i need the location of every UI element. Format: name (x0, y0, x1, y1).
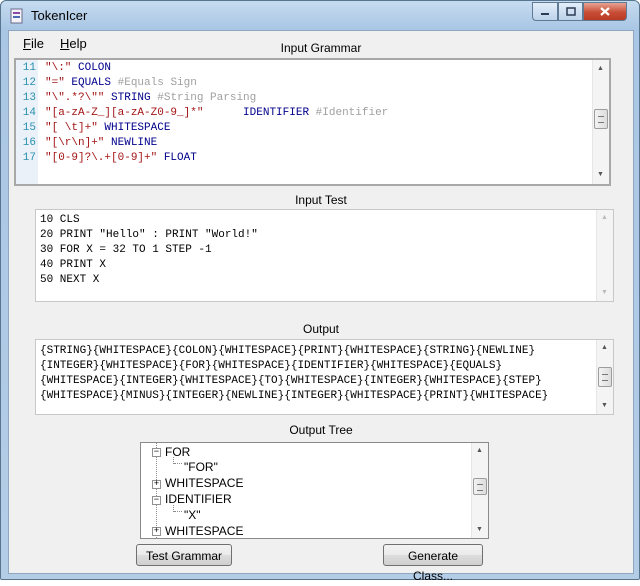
input-test-textbox[interactable]: 10 CLS 20 PRINT "Hello" : PRINT "World!"… (35, 209, 614, 302)
output-scrollbar[interactable]: ▲ ▼ (596, 340, 613, 414)
minimize-button[interactable] (532, 2, 558, 21)
client-area: File Help Input Grammar 11 "\:" COLON 12 "=… (8, 30, 634, 583)
scroll-up-icon[interactable]: ▲ (476, 447, 483, 455)
close-button[interactable] (583, 2, 627, 21)
tree-line (174, 511, 182, 512)
line-number: 13 (22, 92, 36, 104)
tree-expand-icon[interactable]: + (152, 527, 161, 536)
grammar-token: FLOAT (157, 152, 197, 164)
grammar-token: STRING (104, 92, 151, 104)
tree-expand-icon[interactable]: + (152, 480, 161, 489)
scroll-up-icon[interactable]: ▲ (597, 65, 604, 73)
line-number: 17 (22, 152, 36, 164)
main-window: TokenIcer File Help Input Grammar 11 "\:"… (0, 0, 640, 583)
tree-node[interactable]: WHITESPACE (165, 524, 243, 538)
grammar-token: #String Parsing (150, 92, 257, 104)
input-test-line: 30 FOR X = 32 TO 1 STEP -1 (40, 244, 212, 256)
grammar-code-line: "[\r\n]+" NEWLINE (45, 137, 157, 149)
grammar-code-line: "[a-zA-Z_][a-zA-Z0-9_]*" IDENTIFIER #Ide… (45, 107, 388, 119)
grammar-token: WHITESPACE (97, 122, 171, 134)
grammar-token: NEWLINE (104, 137, 158, 149)
scroll-thumb[interactable] (473, 478, 487, 495)
output-line: {WHITESPACE}{MINUS}{INTEGER}{NEWLINE}{IN… (40, 390, 549, 402)
tree-node[interactable]: "FOR" (184, 460, 218, 474)
grammar-code-line: "[0-9]?\.+[0-9]+" FLOAT (45, 152, 197, 164)
tree-collapse-icon[interactable]: − (152, 448, 161, 457)
grammar-code-line: "\:" COLON (45, 62, 111, 74)
scroll-down-icon[interactable]: ▼ (601, 402, 608, 410)
line-number: 11 (22, 62, 36, 74)
input-test-line: 10 CLS (40, 214, 80, 226)
line-number: 12 (22, 77, 36, 89)
output-label: Output (302, 322, 340, 336)
grammar-token: "\".*?\"" (45, 92, 105, 104)
output-tree-view[interactable]: − FOR "FOR" + WHITESPACE − IDENTIFIER "X… (140, 442, 489, 539)
scroll-down-icon[interactable]: ▼ (476, 526, 483, 534)
input-test-scrollbar[interactable]: ▲ ▼ (596, 210, 613, 301)
scroll-down-icon[interactable]: ▼ (597, 171, 604, 179)
grammar-token: #Identifier (309, 107, 389, 119)
input-grammar-editor[interactable]: 11 "\:" COLON 12 "=" EQUALS #Equals Sign 13 "… (14, 58, 611, 186)
window-title: TokenIcer (31, 8, 88, 23)
test-grammar-button[interactable]: Test Grammar (136, 544, 232, 566)
input-grammar-scrollbar[interactable]: ▲ ▼ (592, 60, 609, 184)
input-test-label: Input Test (295, 193, 347, 207)
scroll-down-icon[interactable]: ▼ (601, 289, 608, 297)
line-number: 15 (22, 122, 36, 134)
output-line: {WHITESPACE}{INTEGER}{WHITESPACE}{TO}{WH… (40, 375, 542, 387)
input-test-line: 40 PRINT X (40, 259, 107, 271)
tree-line (156, 443, 157, 538)
scroll-thumb[interactable] (594, 109, 608, 129)
close-icon (600, 7, 610, 16)
grammar-token: COLON (71, 62, 112, 74)
grammar-code-line: "\".*?\"" STRING #String Parsing (45, 92, 256, 104)
tree-collapse-icon[interactable]: − (152, 496, 161, 505)
line-number: 14 (22, 107, 36, 119)
scroll-thumb[interactable] (598, 367, 612, 387)
minimize-icon (541, 12, 549, 15)
scroll-up-icon[interactable]: ▲ (601, 214, 608, 222)
grammar-code-line: "=" EQUALS #Equals Sign (45, 77, 197, 89)
title-bar[interactable]: TokenIcer (1, 1, 639, 31)
grammar-token: "[a-zA-Z_][a-zA-Z0-9_]*" (45, 107, 204, 119)
input-grammar-label: Input Grammar (280, 41, 362, 55)
grammar-token: #Equals Sign (111, 77, 197, 89)
output-line: {INTEGER}{WHITESPACE}{FOR}{WHITESPACE}{I… (40, 360, 503, 372)
input-test-line: 20 PRINT "Hello" : PRINT "World!" (40, 229, 258, 241)
line-number: 16 (22, 137, 36, 149)
output-tree-scrollbar[interactable]: ▲ ▼ (471, 443, 488, 538)
grammar-token: EQUALS (64, 77, 112, 89)
app-icon (10, 8, 23, 24)
grammar-token: IDENTIFIER (203, 107, 310, 119)
generate-class-button[interactable]: Generate Class... (383, 544, 483, 583)
output-tree-label: Output Tree (289, 423, 353, 437)
tree-node[interactable]: WHITESPACE (165, 476, 243, 490)
tree-line (174, 463, 182, 464)
grammar-token: "[ \t]+" (45, 122, 98, 134)
output-textbox[interactable]: {STRING}{WHITESPACE}{COLON}{WHITESPACE}{… (35, 339, 614, 415)
grammar-token: "[0-9]?\.+[0-9]+" (45, 152, 158, 164)
input-test-line: 50 NEXT X (40, 274, 100, 286)
tree-node[interactable]: "X" (184, 508, 201, 522)
tree-node[interactable]: IDENTIFIER (165, 492, 232, 506)
maximize-icon (565, 7, 576, 16)
scroll-up-icon[interactable]: ▲ (601, 344, 608, 352)
grammar-token: "=" (45, 77, 65, 89)
tree-node[interactable]: FOR (165, 445, 190, 459)
maximize-button[interactable] (558, 2, 583, 21)
output-line: {STRING}{WHITESPACE}{COLON}{WHITESPACE}{… (40, 345, 536, 357)
grammar-token: "[\r\n]+" (45, 137, 105, 149)
grammar-code-line: "[ \t]+" WHITESPACE (45, 122, 170, 134)
grammar-token: "\:" (45, 62, 72, 74)
